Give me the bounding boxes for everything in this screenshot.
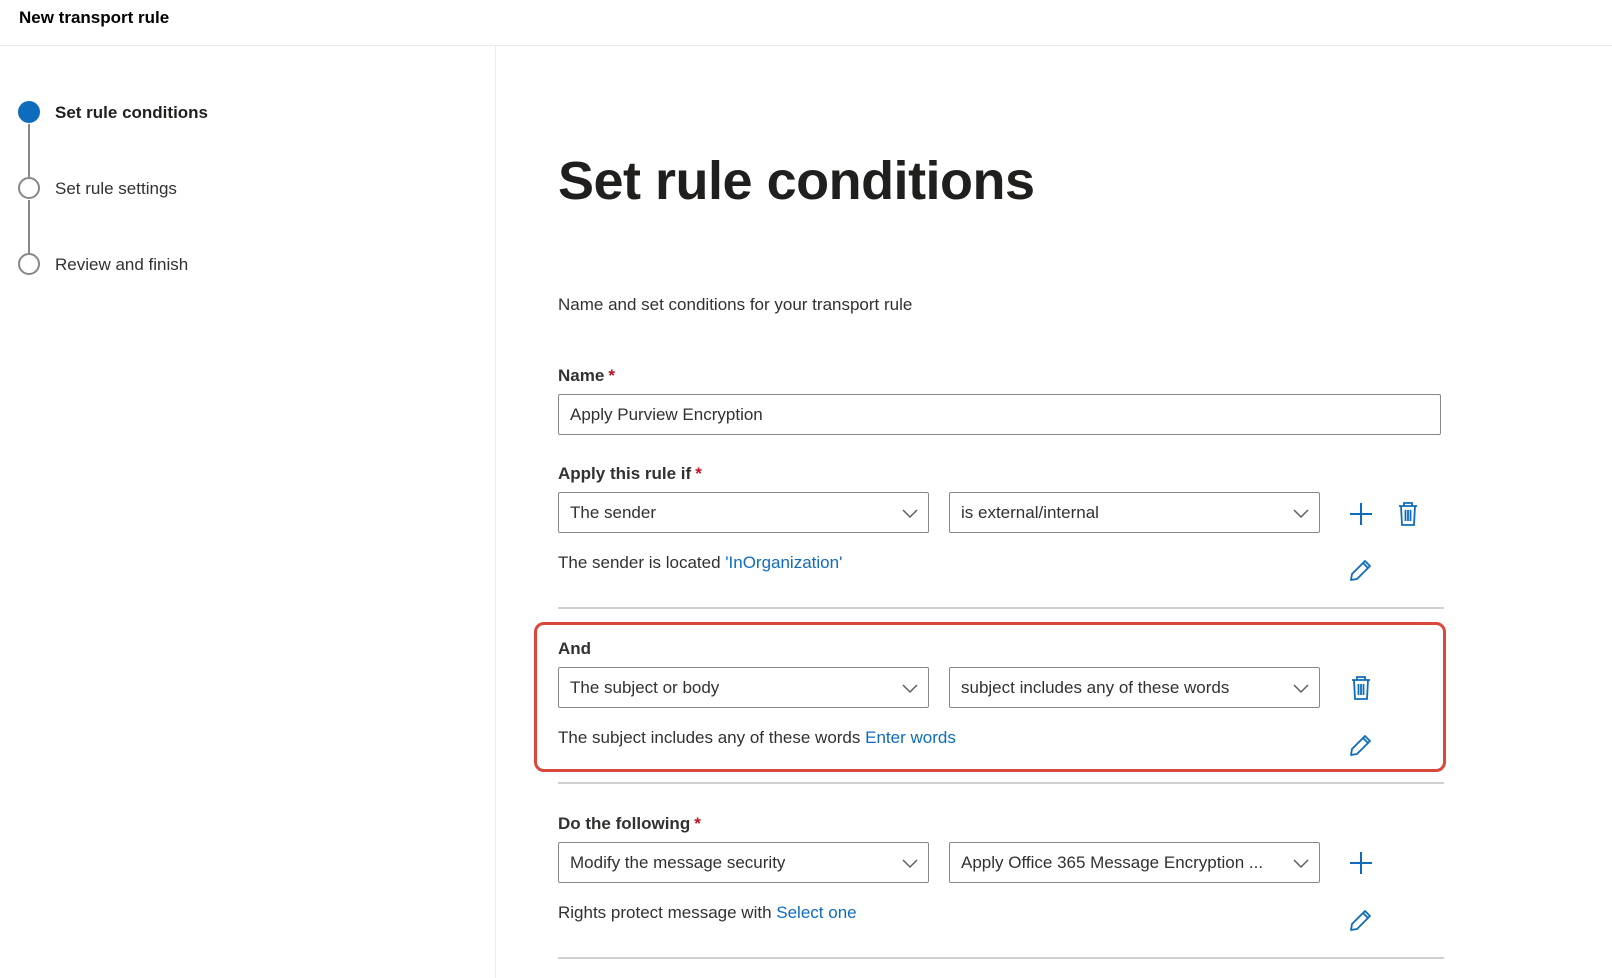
plus-icon[interactable] <box>1347 500 1375 528</box>
pencil-icon[interactable] <box>1347 906 1375 934</box>
condition-label: Apply this rule if * <box>558 464 702 483</box>
required-marker: * <box>695 464 702 483</box>
step-label: Set rule settings <box>55 179 177 198</box>
step-connector <box>28 124 30 177</box>
action-type-dropdown[interactable]: Modify the message security <box>558 842 929 883</box>
action-summary: Rights protect message with Select one <box>558 903 857 922</box>
required-marker: * <box>694 814 701 833</box>
step-label: Review and finish <box>55 255 189 274</box>
trash-icon[interactable] <box>1347 674 1375 702</box>
chevron-down-icon <box>902 509 918 519</box>
select-one-link[interactable]: Select one <box>776 903 856 922</box>
page-title: Set rule conditions <box>558 151 1035 211</box>
section-divider <box>558 782 1444 784</box>
step-label: Set rule conditions <box>55 103 209 122</box>
pencil-icon[interactable] <box>1347 731 1375 759</box>
panel-title: New transport rule <box>19 8 170 27</box>
and-condition-operator-dropdown[interactable]: subject includes any of these words <box>949 667 1320 708</box>
step-current-icon <box>18 101 40 123</box>
condition-value-link[interactable]: 'InOrganization' <box>725 553 842 572</box>
chevron-down-icon <box>902 684 918 694</box>
pencil-icon[interactable] <box>1347 556 1375 584</box>
action-detail-dropdown[interactable]: Apply Office 365 Message Encryption ... <box>949 842 1320 883</box>
condition-operator-dropdown[interactable]: is external/internal <box>949 492 1320 533</box>
step-pending-icon <box>18 177 40 199</box>
top-bar: New transport rule <box>0 0 1612 46</box>
enter-words-link[interactable]: Enter words <box>865 728 956 747</box>
action-label: Do the following * <box>558 814 701 833</box>
section-divider <box>558 607 1444 609</box>
chevron-down-icon <box>1293 859 1309 869</box>
name-label: Name * <box>558 366 615 385</box>
and-condition-label: And <box>558 639 592 658</box>
trash-icon[interactable] <box>1394 500 1422 528</box>
name-input[interactable] <box>558 394 1441 435</box>
and-condition-summary: The subject includes any of these words … <box>558 728 956 747</box>
chevron-down-icon <box>1293 509 1309 519</box>
page-description: Name and set conditions for your transpo… <box>558 295 913 314</box>
section-divider <box>558 957 1444 959</box>
condition-summary: The sender is located 'InOrganization' <box>558 553 843 572</box>
and-condition-property-dropdown[interactable]: The subject or body <box>558 667 929 708</box>
chevron-down-icon <box>1293 684 1309 694</box>
condition-property-dropdown[interactable]: The sender <box>558 492 929 533</box>
chevron-down-icon <box>902 859 918 869</box>
required-marker: * <box>608 366 615 385</box>
step-connector <box>28 200 30 253</box>
plus-icon[interactable] <box>1347 849 1375 877</box>
step-pending-icon <box>18 253 40 275</box>
